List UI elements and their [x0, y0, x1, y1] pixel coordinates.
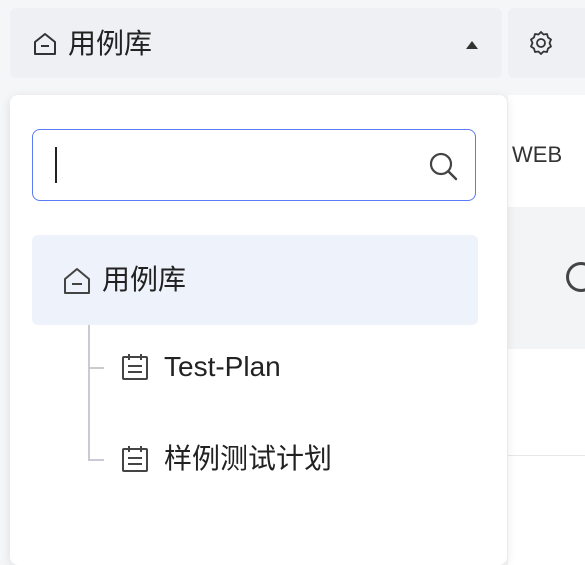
library-title: 用例库 [68, 27, 153, 60]
search-box[interactable] [32, 129, 476, 201]
library-selector[interactable]: 用例库 [10, 8, 502, 78]
tree-node-label: Test-Plan [164, 351, 281, 382]
caret-up-icon[interactable] [466, 41, 478, 49]
home-icon [34, 33, 56, 55]
home-icon [64, 268, 90, 294]
search-input[interactable] [47, 142, 411, 190]
background-tab-label: WEB [512, 142, 563, 167]
calendar-icon [122, 446, 148, 472]
background-divider [508, 455, 585, 456]
tree-node-root[interactable]: 用例库 [32, 235, 478, 325]
tree-node-label: 样例测试计划 [164, 442, 333, 475]
settings-button[interactable] [508, 8, 585, 78]
tree-node-root-label: 用例库 [102, 263, 187, 296]
search-icon[interactable] [427, 150, 459, 182]
tree-connector [88, 459, 104, 461]
tree-connector [88, 325, 90, 460]
calendar-icon [122, 354, 148, 380]
tree-connector [88, 367, 104, 369]
gear-icon [530, 31, 552, 55]
app-stage: 用例库 WEB 用例库 Test-Plan 样例测试计划 [0, 0, 585, 565]
text-cursor [55, 147, 57, 183]
library-dropdown: 用例库 Test-Plan 样例测试计划 [10, 95, 507, 565]
